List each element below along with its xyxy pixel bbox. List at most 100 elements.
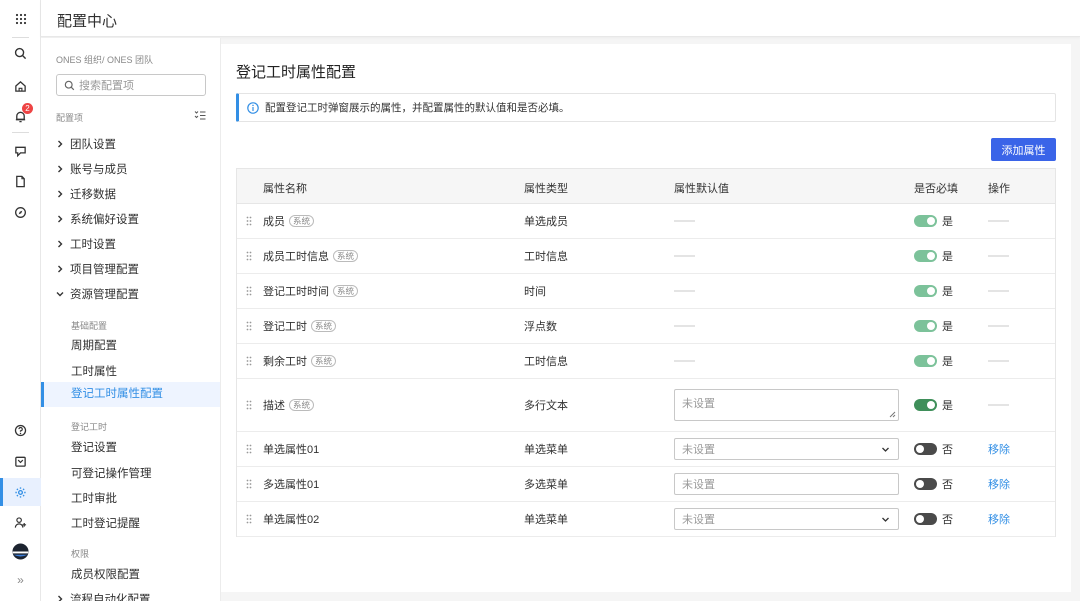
- required-label: 是: [942, 321, 953, 333]
- required-toggle[interactable]: 是: [914, 318, 953, 334]
- remove-button[interactable]: 移除: [988, 476, 1010, 492]
- expand-icon[interactable]: »: [0, 566, 41, 594]
- drag-handle-icon[interactable]: [246, 356, 252, 366]
- select-placeholder: 未设置: [682, 514, 715, 526]
- nav-subitem-loggable-operations[interactable]: 可登记操作管理: [71, 465, 152, 481]
- required-toggle[interactable]: 是: [914, 283, 953, 299]
- default-value-cell: 未设置: [674, 438, 899, 460]
- required-label: 否: [942, 514, 953, 526]
- rail-divider: [12, 132, 29, 133]
- default-empty-dash: [674, 325, 695, 327]
- nav-item-label: 工时设置: [70, 239, 116, 251]
- drag-handle-icon[interactable]: [246, 216, 252, 226]
- search-icon: [64, 80, 75, 90]
- nav-item-project-config[interactable]: 项目管理配置: [56, 261, 139, 277]
- drag-handle-icon[interactable]: [246, 479, 252, 489]
- table-row: 单选属性01 单选菜单 未设置 否 移除: [237, 432, 1055, 467]
- document-icon[interactable]: [0, 167, 41, 195]
- search-icon[interactable]: [0, 39, 41, 67]
- required-toggle[interactable]: 是: [914, 248, 953, 264]
- nav-group-title: 基础配置: [71, 321, 108, 331]
- required-toggle[interactable]: 否: [914, 511, 953, 527]
- nav-subitem-member-permissions[interactable]: 成员权限配置: [71, 566, 140, 582]
- drag-handle-icon[interactable]: [246, 321, 252, 331]
- nav-item-resource-config[interactable]: 资源管理配置: [56, 286, 139, 302]
- avatar[interactable]: [0, 537, 41, 565]
- actions-empty-dash: [988, 220, 1009, 222]
- attribute-name: 多选属性01: [263, 479, 320, 491]
- required-toggle[interactable]: 否: [914, 441, 953, 457]
- nav-item-team-settings[interactable]: 团队设置: [56, 136, 116, 152]
- add-attribute-button[interactable]: 添加属性: [991, 138, 1056, 161]
- info-banner-text: 配置登记工时弹窗展示的属性，并配置属性的默认值和是否必填。: [265, 102, 570, 114]
- system-tag: 系统: [311, 355, 337, 367]
- nav-item-workflow-automation[interactable]: 流程自动化配置: [56, 591, 151, 601]
- nav-subitem-cycle-config[interactable]: 周期配置: [71, 337, 117, 353]
- table-header: 属性名称 属性类型 属性默认值 是否必填 操作: [237, 169, 1055, 204]
- default-empty-dash: [674, 290, 695, 292]
- nav-subitem-hours-reminder[interactable]: 工时登记提醒: [71, 515, 140, 531]
- drag-handle-icon[interactable]: [246, 444, 252, 454]
- nav-item-system-preferences[interactable]: 系统偏好设置: [56, 211, 139, 227]
- drag-handle-icon[interactable]: [246, 400, 252, 410]
- default-value-select[interactable]: 未设置: [674, 508, 899, 530]
- chevron-right-icon: [56, 595, 70, 601]
- chevron-down-icon: [56, 290, 70, 298]
- table-row: 多选属性01 多选菜单 未设置 否 移除: [237, 467, 1055, 502]
- required-toggle[interactable]: 是: [914, 213, 953, 229]
- column-header-default: 属性默认值: [674, 183, 729, 195]
- nav-item-migrate-data[interactable]: 迁移数据: [56, 186, 116, 202]
- attribute-name: 登记工时时间 系统: [263, 283, 359, 299]
- resize-grip-icon[interactable]: [889, 411, 896, 418]
- nav-subitem-log-hours-attribute-config[interactable]: 登记工时属性配置: [41, 382, 220, 407]
- default-value-multiselect[interactable]: 未设置: [674, 473, 899, 495]
- nav-item-label: 迁移数据: [70, 189, 116, 201]
- inbox-icon[interactable]: [0, 447, 41, 475]
- drag-handle-icon[interactable]: [246, 514, 252, 524]
- home-icon[interactable]: [0, 72, 41, 100]
- nav-item-accounts-members[interactable]: 账号与成员: [56, 161, 128, 177]
- default-value-textarea[interactable]: 未设置: [674, 389, 899, 421]
- remove-button[interactable]: 移除: [988, 511, 1010, 527]
- nav-subitem-log-settings[interactable]: 登记设置: [71, 439, 117, 455]
- settings-icon[interactable]: [0, 478, 41, 506]
- nav-subitem-hours-approval[interactable]: 工时审批: [71, 490, 117, 506]
- nav-item-hours-settings[interactable]: 工时设置: [56, 236, 116, 252]
- default-value-select[interactable]: 未设置: [674, 438, 899, 460]
- help-icon[interactable]: [0, 416, 41, 444]
- drag-handle-icon[interactable]: [246, 286, 252, 296]
- attribute-type: 工时信息: [524, 251, 568, 263]
- section-label-text: 配置项: [56, 113, 84, 123]
- remove-button[interactable]: 移除: [988, 441, 1010, 457]
- apps-icon[interactable]: [0, 5, 41, 33]
- table-row: 成员 系统 单选成员 是: [237, 204, 1055, 239]
- actions-empty-dash: [988, 255, 1009, 257]
- search-input[interactable]: 搜索配置项: [56, 74, 206, 96]
- attribute-name: 成员 系统: [263, 213, 315, 229]
- required-toggle[interactable]: 否: [914, 476, 953, 492]
- notification-icon[interactable]: [0, 102, 41, 130]
- column-header-actions: 操作: [988, 183, 1010, 195]
- nav-subitem-hours-attributes[interactable]: 工时属性: [71, 363, 117, 379]
- collapse-all-icon[interactable]: [194, 110, 206, 123]
- breadcrumb[interactable]: ONES 组织/ ONES 团队: [56, 53, 153, 66]
- info-banner: 配置登记工时弹窗展示的属性，并配置属性的默认值和是否必填。: [236, 93, 1056, 122]
- toggle-switch: [914, 443, 937, 455]
- project-icon[interactable]: [0, 137, 41, 165]
- required-toggle[interactable]: 是: [914, 353, 953, 369]
- select-placeholder: 未设置: [682, 444, 715, 456]
- required-label: 是: [942, 216, 953, 228]
- attribute-type: 浮点数: [524, 321, 557, 333]
- system-tag: 系统: [289, 399, 315, 411]
- attribute-name: 登记工时 系统: [263, 318, 337, 334]
- default-empty-dash: [674, 360, 695, 362]
- attribute-name: 剩余工时 系统: [263, 353, 337, 369]
- drag-handle-icon[interactable]: [246, 251, 252, 261]
- toggle-switch: [914, 250, 937, 262]
- required-toggle[interactable]: 是: [914, 397, 953, 413]
- default-empty-dash: [674, 220, 695, 222]
- compass-icon[interactable]: [0, 198, 41, 226]
- toggle-switch: [914, 320, 937, 332]
- add-user-icon[interactable]: [0, 508, 41, 536]
- select-placeholder: 未设置: [682, 479, 715, 491]
